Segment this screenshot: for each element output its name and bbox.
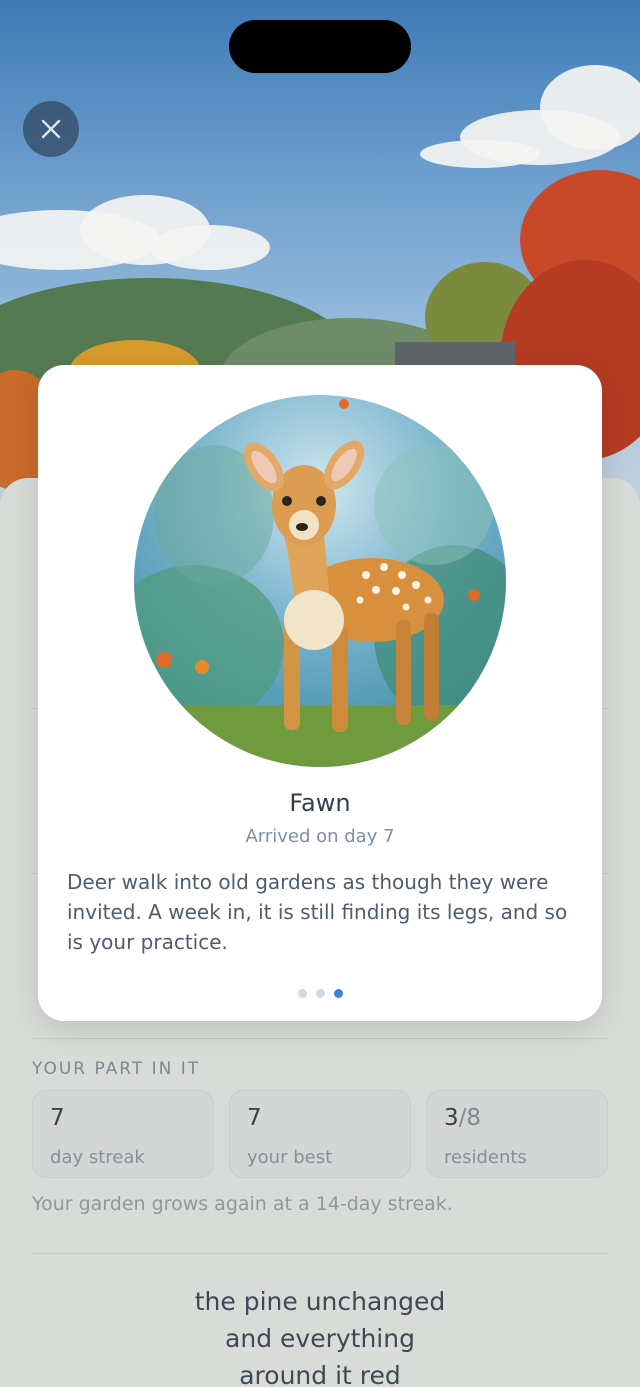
- page-indicator: [38, 989, 602, 998]
- haiku-line: the pine unchanged: [194, 1287, 446, 1316]
- stat-label: your best: [247, 1147, 333, 1168]
- resident-name: Fawn: [289, 789, 351, 817]
- section-label: YOUR PART IN IT: [32, 1059, 201, 1079]
- page-dot[interactable]: [315, 989, 325, 998]
- haiku: the pine unchanged and everything around…: [0, 1283, 640, 1387]
- stat-denominator: /8: [458, 1105, 482, 1131]
- arrived-text: Arrived on day 7: [245, 826, 395, 847]
- resident-card: Fawn Arrived on day 7 Deer walk into old…: [38, 365, 602, 1021]
- stat-residents: 3/8 residents: [426, 1090, 608, 1178]
- haiku-line: around it red: [239, 1361, 401, 1387]
- stat-value: 7: [247, 1105, 262, 1131]
- stat-value: 3: [444, 1105, 459, 1131]
- close-icon: [41, 119, 61, 139]
- haiku-line: and everything: [225, 1324, 415, 1353]
- close-button[interactable]: [23, 101, 79, 157]
- resident-description: Deer walk into old gardens as though the…: [67, 870, 568, 954]
- device-notch: [229, 20, 411, 73]
- stats-row: 7 day streak 7 your best 3/8 residents: [32, 1090, 608, 1178]
- stat-value: 7: [50, 1105, 65, 1131]
- page-dot-active[interactable]: [333, 989, 343, 998]
- stat-label: day streak: [50, 1147, 145, 1168]
- grow-note: Your garden grows again at a 14-day stre…: [32, 1193, 453, 1215]
- stat-streak: 7 day streak: [32, 1090, 214, 1178]
- stat-label: residents: [444, 1147, 527, 1168]
- fawn-portrait: [134, 395, 506, 767]
- stat-best: 7 your best: [229, 1090, 411, 1178]
- page-dot[interactable]: [297, 989, 307, 998]
